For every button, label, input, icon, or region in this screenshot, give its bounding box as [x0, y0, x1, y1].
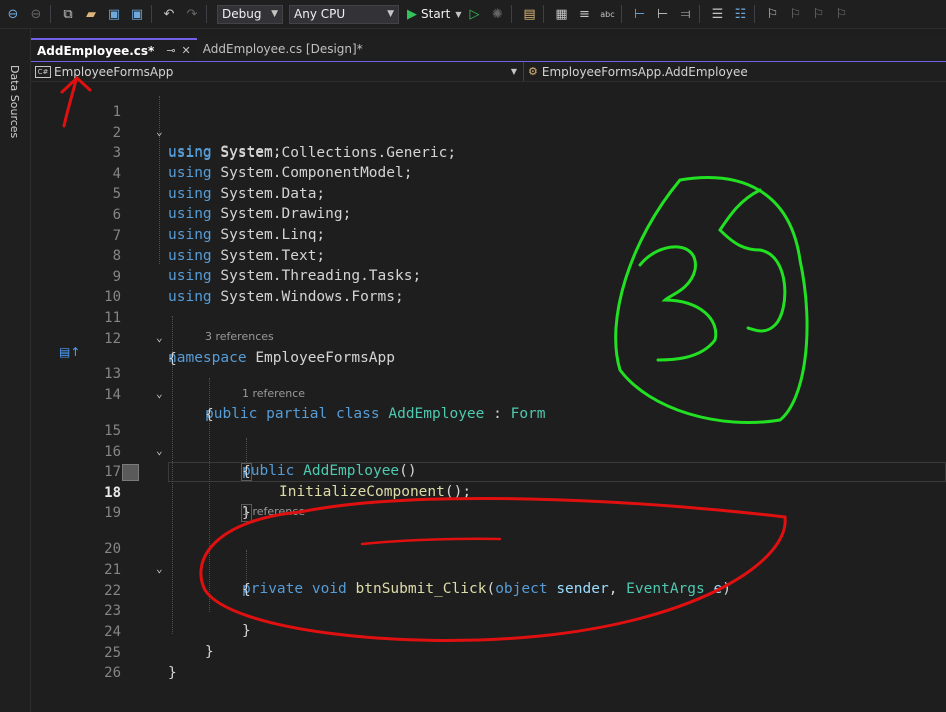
code-line: 14 {: [31, 365, 946, 423]
new-item-icon[interactable]: ⧉: [58, 4, 78, 24]
toolbar-separator: [511, 5, 513, 23]
uncomment-icon[interactable]: ☷: [730, 4, 750, 24]
start-without-debug-icon[interactable]: ▷: [464, 4, 484, 24]
layout-extra-icon[interactable]: ≡: [574, 4, 594, 24]
codelens-references[interactable]: 1 reference: [242, 505, 305, 519]
close-icon[interactable]: ✕: [182, 44, 191, 57]
code-line: 11 ⌄ namespace EmployeeFormsApp: [31, 288, 946, 366]
align-icon[interactable]: ⫤: [675, 4, 695, 24]
toolbar-separator: [754, 5, 756, 23]
tool-window-strip: Data Sources: [0, 29, 31, 712]
codelens-references[interactable]: 3 references: [205, 330, 274, 344]
code-line: 4 using System.Data;: [31, 144, 946, 202]
csharp-project-icon: C#: [35, 65, 51, 78]
forward-icon[interactable]: ⊖: [26, 4, 46, 24]
bookmark-clear-icon[interactable]: ⚐: [831, 4, 851, 24]
data-sources-tab[interactable]: Data Sources: [8, 65, 21, 138]
chevron-down-icon: ▼: [510, 67, 517, 76]
code-line: 9 using System.Windows.Forms;: [31, 247, 946, 305]
code-line: 1 ⌄ using System;: [31, 82, 946, 160]
code-line: 17 InitializeComponent();: [31, 442, 946, 500]
code-line: 7 using System.Text;: [31, 206, 946, 264]
class-dropdown[interactable]: ⚙ EmployeeFormsApp.AddEmployee: [524, 62, 945, 81]
tab-label: AddEmployee.cs*: [37, 43, 155, 58]
solution-explorer-icon[interactable]: ▤: [519, 4, 539, 24]
code-line: 5 using System.Drawing;: [31, 164, 946, 222]
code-line: 26: [31, 643, 946, 681]
start-label: Start: [421, 7, 451, 21]
code-line: 24 }: [31, 602, 946, 660]
code-line: 21 {: [31, 540, 946, 598]
project-dropdown[interactable]: C# EmployeeFormsApp ▼: [31, 62, 524, 81]
comment-icon[interactable]: ☰: [707, 4, 727, 24]
code-line: 25 }: [31, 623, 946, 681]
pin-icon[interactable]: ⊸: [166, 44, 175, 57]
save-all-icon[interactable]: ▣: [127, 4, 147, 24]
code-editor[interactable]: ▤↑ 1 ⌄ using System; 2 using System.Coll…: [31, 82, 946, 712]
class-icon: ⚙: [528, 65, 538, 78]
save-icon[interactable]: ▣: [104, 4, 124, 24]
document-tabs: AddEmployee.cs* ⊸ ✕ AddEmployee.cs [Desi…: [31, 38, 946, 63]
toolbar-separator: [151, 5, 152, 23]
bookmark-icon[interactable]: ⚐: [762, 4, 782, 24]
toolbar-separator: [543, 5, 545, 23]
code-line: 8 using System.Threading.Tasks;: [31, 226, 946, 284]
code-line: 16 {: [31, 422, 946, 481]
class-name: EmployeeFormsApp.AddEmployee: [541, 64, 748, 79]
chevron-down-icon: ▼: [271, 9, 278, 19]
code-line: 10: [31, 267, 946, 305]
toolbar-separator: [206, 5, 207, 23]
configuration-value: Debug: [222, 7, 262, 21]
bookmark-next-icon[interactable]: ⚐: [785, 4, 805, 24]
code-line: 2 using System.Collections.Generic;: [31, 103, 946, 161]
start-icon: ▶: [407, 6, 417, 22]
code-line-current: 18 }: [31, 463, 946, 522]
configuration-select[interactable]: Debug ▼: [217, 4, 283, 24]
code-line: 15 ⌄ public AddEmployee(): [31, 401, 946, 479]
line-number: 26: [104, 665, 121, 681]
bookmark-prev-icon[interactable]: ⚐: [808, 4, 828, 24]
code-line: 3 using System.ComponentModel;: [31, 123, 946, 181]
code-line: 19: [31, 483, 946, 521]
open-icon[interactable]: ▰: [81, 4, 101, 24]
code-line: 22: [31, 561, 946, 599]
code-line: 20 ⌄ private void btnSubmit_Click(object…: [31, 519, 946, 597]
format-align-icon[interactable]: ⊢: [652, 4, 672, 24]
chevron-down-icon: ▼: [387, 9, 394, 19]
back-icon[interactable]: ⊖: [3, 4, 23, 24]
code-line: 13 ⌄ public partial class AddEmployee : …: [31, 344, 946, 422]
start-button[interactable]: ▶ Start ▼: [407, 7, 461, 22]
tab-addemployee-cs[interactable]: AddEmployee.cs* ⊸ ✕: [31, 38, 197, 61]
code-line: 23 }: [31, 581, 946, 639]
code-line: 12 {: [31, 309, 946, 367]
navigation-bar: C# EmployeeFormsApp ▼ ⚙ EmployeeFormsApp…: [31, 62, 946, 82]
tab-label: AddEmployee.cs [Design]*: [202, 41, 363, 56]
tab-addemployee-design[interactable]: AddEmployee.cs [Design]*: [197, 38, 369, 59]
toolbar-separator: [50, 5, 51, 23]
format-icon[interactable]: ⊢: [629, 4, 649, 24]
main-toolbar: ⊖ ⊖ ⧉ ▰ ▣ ▣ ↶ ↷ Debug ▼ Any CPU ▼ ▶ Star…: [0, 0, 946, 29]
layout-icon[interactable]: ▦: [551, 4, 571, 24]
spell-check-icon[interactable]: abc: [597, 4, 617, 24]
platform-value: Any CPU: [294, 7, 346, 21]
undo-icon[interactable]: ↶: [159, 4, 179, 24]
platform-select[interactable]: Any CPU ▼: [289, 4, 399, 24]
redo-icon[interactable]: ↷: [182, 4, 202, 24]
toolbar-separator: [621, 5, 623, 23]
code-line: 6 using System.Linq;: [31, 185, 946, 243]
hot-reload-icon[interactable]: ✺: [487, 4, 507, 24]
codelens-references[interactable]: 1 reference: [242, 387, 305, 401]
chevron-down-icon: ▼: [455, 9, 462, 19]
project-name: EmployeeFormsApp: [54, 64, 174, 79]
toolbar-separator: [699, 5, 701, 23]
